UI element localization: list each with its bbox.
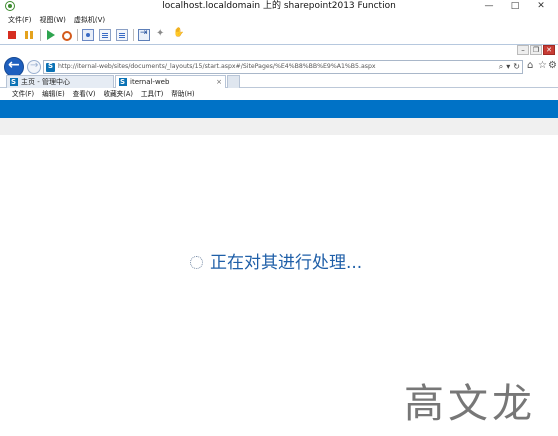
settings-icon[interactable] <box>155 28 167 41</box>
address-bar[interactable]: http://iternal-web/sites/documents/_layo… <box>43 60 523 74</box>
play-icon[interactable] <box>47 30 55 40</box>
back-button-icon[interactable] <box>4 57 24 77</box>
snapshot-icon[interactable] <box>82 29 94 41</box>
vm-menubar: 文件(F) 视图(W) 虚拟机(V) <box>0 14 558 26</box>
forward-button-icon[interactable] <box>27 60 41 74</box>
reset-icon[interactable] <box>62 30 72 41</box>
sharepoint-suite-bar <box>0 100 558 118</box>
usb-icon[interactable] <box>172 28 184 41</box>
tab-iternal-web[interactable]: iternal-web × <box>115 75 226 88</box>
browser-menu-favorites[interactable]: 收藏夹(A) <box>103 89 132 100</box>
snapshot-manager-icon[interactable] <box>116 29 128 41</box>
sharepoint-favicon-icon <box>46 62 55 72</box>
browser-restore-button[interactable]: ❐ <box>530 45 542 55</box>
home-icon[interactable]: ⌂ <box>527 60 533 71</box>
tab-close-icon[interactable]: × <box>216 76 222 88</box>
address-url[interactable]: http://iternal-web/sites/documents/_layo… <box>58 61 478 73</box>
vm-window-controls: — □ ✕ <box>476 0 554 12</box>
vm-menu-vm[interactable]: 虚拟机(V) <box>74 14 105 26</box>
send-keys-icon[interactable] <box>138 28 150 41</box>
search-icon[interactable]: ⌕ <box>499 61 503 73</box>
stop-icon[interactable] <box>8 31 16 39</box>
toolbar-separator <box>133 29 134 41</box>
browser-tab-row: 主页 - 管理中心 iternal-web × <box>0 75 558 88</box>
dropdown-icon[interactable]: ▾ <box>506 61 510 73</box>
browser-titlebar <box>0 45 558 56</box>
vm-window-title: localhost.localdomain 上的 sharepoint2013 … <box>162 1 396 11</box>
vm-minimize-button[interactable]: — <box>476 0 502 12</box>
revert-icon[interactable] <box>99 29 111 41</box>
vm-menu-file[interactable]: 文件(F) <box>8 14 32 26</box>
tab-label: 主页 - 管理中心 <box>21 78 70 86</box>
processing-status-text: 正在对其进行处理... <box>210 253 363 273</box>
new-tab-button[interactable] <box>227 75 240 88</box>
vm-toolbar <box>0 27 558 43</box>
sharepoint-favicon-icon <box>119 76 127 88</box>
browser-window-controls: – ❐ ✕ <box>516 45 555 55</box>
browser-menu-edit[interactable]: 编辑(E) <box>42 89 65 100</box>
loading-spinner-icon <box>190 256 203 269</box>
vm-menu-view[interactable]: 视图(W) <box>40 14 66 26</box>
sharepoint-ribbon <box>0 118 558 135</box>
tools-gear-icon[interactable]: ⚙ <box>548 60 557 71</box>
sharepoint-favicon-icon <box>10 76 18 88</box>
toolbar-separator <box>77 29 78 41</box>
favorites-icon[interactable]: ☆ <box>538 60 547 71</box>
browser-menubar: 文件(F) 编辑(E) 查看(V) 收藏夹(A) 工具(T) 帮助(H) <box>0 89 558 100</box>
browser-menu-tools[interactable]: 工具(T) <box>141 89 163 100</box>
browser-minimize-button[interactable]: – <box>517 45 529 55</box>
browser-close-button[interactable]: ✕ <box>543 45 555 55</box>
tab-central-admin[interactable]: 主页 - 管理中心 <box>6 75 114 88</box>
pause-icon[interactable] <box>23 29 35 41</box>
browser-menu-view[interactable]: 查看(V) <box>73 89 96 100</box>
address-tools: ⌕ ▾ ↻ <box>499 61 520 73</box>
vm-close-button[interactable]: ✕ <box>528 0 554 12</box>
vm-titlebar: localhost.localdomain 上的 sharepoint2013 … <box>0 0 558 13</box>
browser-menu-file[interactable]: 文件(F) <box>12 89 34 100</box>
vm-maximize-button[interactable]: □ <box>502 0 528 12</box>
browser-menu-help[interactable]: 帮助(H) <box>171 89 194 100</box>
watermark: 高文龙 <box>404 381 536 427</box>
toolbar-separator <box>40 29 41 41</box>
refresh-icon[interactable]: ↻ <box>513 61 520 73</box>
tab-label: iternal-web <box>130 78 170 86</box>
